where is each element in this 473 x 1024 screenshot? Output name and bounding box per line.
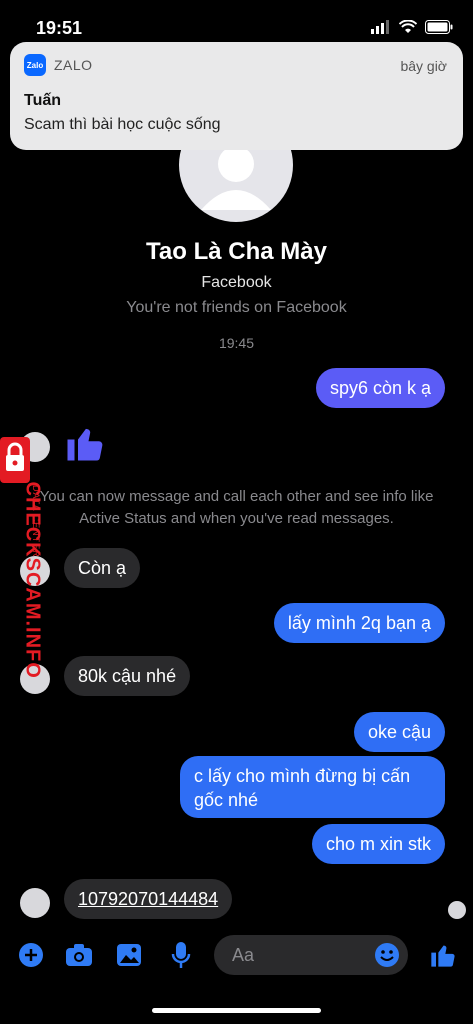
- contact-avatar[interactable]: [20, 888, 50, 918]
- message-outgoing[interactable]: spy6 còn k ạ: [315, 368, 445, 408]
- watermark-text: CHECKSCAM.INFO: [21, 481, 44, 679]
- profile-platform: Facebook: [201, 274, 272, 291]
- message-outgoing[interactable]: cho m xin stk: [311, 824, 445, 864]
- thread-timestamp: 19:45: [218, 335, 255, 351]
- notification-banner[interactable]: Zalo ZALO bây giờ Tuấn Scam thì bài học …: [10, 42, 463, 150]
- message-outgoing[interactable]: oke cậu: [353, 712, 445, 752]
- notification-app: Zalo ZALO: [24, 54, 93, 76]
- home-indicator: [152, 1008, 321, 1013]
- signal-icon: [371, 20, 389, 34]
- profile-name: Tao Là Cha Mày: [146, 238, 327, 265]
- read-receipt-avatar: [448, 901, 466, 919]
- message-input-placeholder: Aa: [232, 945, 255, 965]
- message-line: gốc nhé: [194, 790, 259, 810]
- notification-app-name: ZALO: [54, 57, 93, 73]
- message-incoming[interactable]: 80k cậu nhé: [64, 656, 191, 696]
- message-outgoing[interactable]: lấy mình 2q bạn ạ: [273, 603, 445, 643]
- wifi-icon: [399, 20, 417, 33]
- info-notice: You can now message and call each other …: [39, 488, 434, 527]
- battery-icon: [425, 20, 453, 34]
- message-outgoing[interactable]: c lấy cho mình đừng bị cấn gốc nhé: [180, 756, 445, 818]
- thumbs-up-icon: [67, 428, 103, 461]
- microphone-icon[interactable]: [166, 940, 196, 970]
- notification-sender: Tuấn: [24, 92, 62, 109]
- notification-message: Scam thì bài học cuộc sống: [24, 116, 221, 133]
- message-incoming-account-number[interactable]: 10792070144484: [64, 879, 233, 919]
- friend-status: You're not friends on Facebook: [126, 299, 347, 316]
- gallery-icon[interactable]: [114, 940, 144, 970]
- send-like-icon[interactable]: [428, 940, 458, 970]
- status-time: 19:51: [36, 18, 83, 38]
- message-input[interactable]: Aa: [214, 935, 408, 975]
- like-sticker[interactable]: [64, 422, 106, 469]
- emoji-icon[interactable]: [374, 942, 400, 973]
- notification-time: bây giờ: [400, 58, 447, 74]
- message-line: c lấy cho mình đừng bị cấn: [194, 766, 411, 786]
- zalo-logo-icon: Zalo: [24, 54, 46, 76]
- message-incoming[interactable]: Còn ạ: [64, 548, 141, 588]
- watermark-lock-icon: [0, 437, 30, 483]
- status-icons: [371, 20, 453, 34]
- plus-icon[interactable]: [16, 940, 46, 970]
- camera-icon[interactable]: [64, 940, 94, 970]
